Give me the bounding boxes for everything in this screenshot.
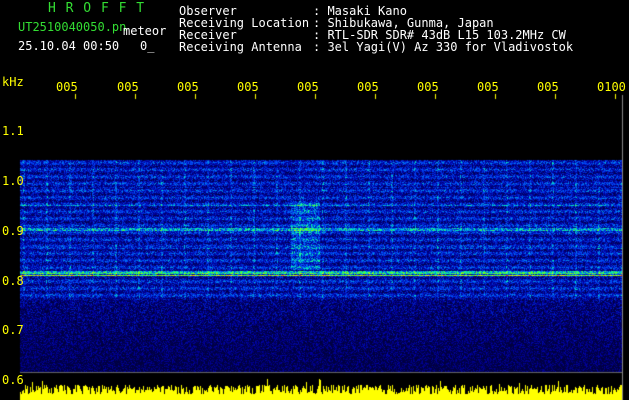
counter-label: 0_ [140,39,155,53]
x-tick: 005 [417,80,439,94]
y-tick: 0.6 [2,373,24,387]
x-tick: 005 [117,80,139,94]
y-tick: 1.1 [2,124,24,138]
antenna-label: Receiving Antenna [179,40,302,54]
mode-label: meteor [123,24,167,38]
y-unit-label: kHz [2,75,24,89]
x-tick: 005 [537,80,559,94]
spectrogram-canvas [0,0,629,400]
y-tick: 1.0 [2,174,24,188]
x-tick: 005 [56,80,78,94]
y-tick: 0.8 [2,274,24,288]
antenna-value: : 3el Yagi(V) Az 330 for Vladivostok [313,40,574,54]
x-tick: 005 [357,80,379,94]
x-tick: 005 [297,80,319,94]
x-tick: 005 [177,80,199,94]
datetime-label: 25.10.04 00:50 [18,39,120,53]
x-tick: 005 [237,80,259,94]
x-tick: 0100 [597,80,626,94]
app-title: H R O F F T [48,1,146,16]
y-tick: 0.9 [2,224,24,238]
file-name: UT2510040050.pn [18,20,127,34]
x-tick: 005 [477,80,499,94]
y-tick: 0.7 [2,323,24,337]
